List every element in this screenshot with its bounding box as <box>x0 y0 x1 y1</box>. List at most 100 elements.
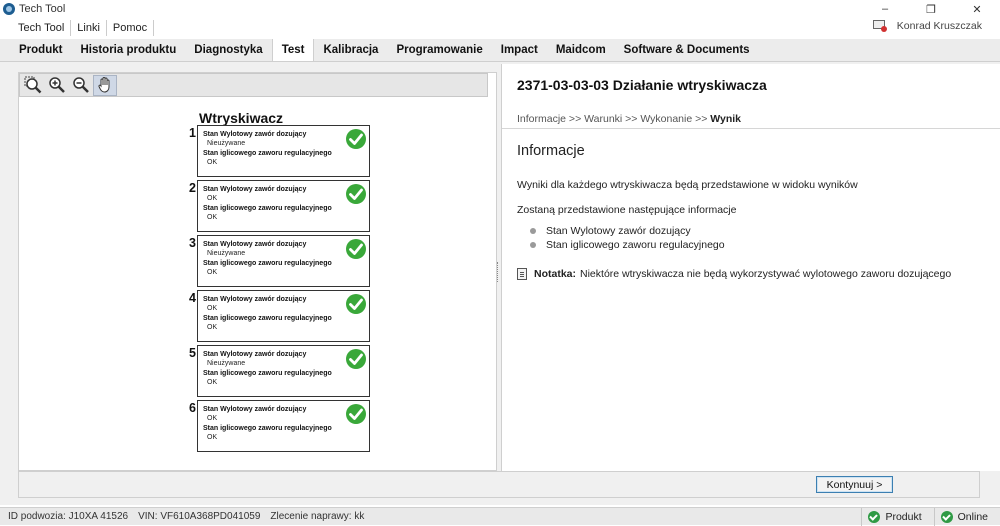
zoom-out-button[interactable] <box>69 75 93 96</box>
injector-number: 5 <box>189 346 196 360</box>
injector-card: Stan Wylotowy zawór dozujący OK Stan igl… <box>197 180 370 232</box>
note: Notatka: Niektóre wtryskiwacza nie będą … <box>517 268 951 280</box>
menu-bar: Tech Tool Linki Pomoc Konrad Kruszczak <box>0 18 1000 38</box>
needle-valve-label: Stan iglicowego zaworu regulacyjnego <box>203 425 332 432</box>
injector-row-2: 2 Stan Wylotowy zawór dozujący OK Stan i… <box>189 180 371 232</box>
zoom-in-icon <box>49 77 65 93</box>
note-label: Notatka: <box>534 268 577 280</box>
note-text: Niektóre wtryskiwacza nie będą wykorzyst… <box>580 268 952 280</box>
chassis-id: ID podwozia: J10XA 41526 <box>8 511 129 522</box>
bullet-dot <box>530 228 536 234</box>
injector-row-5: 5 Stan Wylotowy zawór dozujący Nieużywan… <box>189 345 371 397</box>
needle-valve-value: OK <box>207 324 218 331</box>
window-title: Tech Tool <box>19 3 66 15</box>
tab-test[interactable]: Test <box>271 39 315 61</box>
needle-valve-label: Stan iglicowego zaworu regulacyjnego <box>203 315 332 322</box>
bullet-dot <box>530 242 536 248</box>
needle-valve-label: Stan iglicowego zaworu regulacyjnego <box>203 370 332 377</box>
online-status-label: Online <box>957 511 988 523</box>
check-circle-icon <box>940 511 953 523</box>
metering-valve-value: OK <box>207 195 218 202</box>
online-status: Online <box>933 508 1000 526</box>
check-ok-icon <box>346 404 366 424</box>
metering-valve-label: Stan Wylotowy zawór dozujący <box>203 296 307 303</box>
test-title: 2371-03-03-03 Działanie wtryskiwacza <box>517 77 767 93</box>
injector-row-3: 3 Stan Wylotowy zawór dozujący Nieużywan… <box>189 235 371 287</box>
needle-valve-value: OK <box>207 214 218 221</box>
needle-valve-label: Stan iglicowego zaworu regulacyjnego <box>203 205 332 212</box>
title-bar: Tech Tool – ❐ ✕ <box>0 0 1000 18</box>
zoom-fit-button[interactable] <box>21 75 45 96</box>
injector-card: Stan Wylotowy zawór dozujący Nieużywane … <box>197 235 370 287</box>
needle-valve-value: OK <box>207 379 218 386</box>
breadcrumb-path: Informacje >> Warunki >> Wykonanie >> <box>517 113 711 125</box>
injector-row-6: 6 Stan Wylotowy zawór dozujący OK Stan i… <box>189 400 371 452</box>
injector-view-panel: Wtryskiwacz 1 Stan Wylotowy zawór dozują… <box>18 72 497 471</box>
metering-valve-label: Stan Wylotowy zawór dozujący <box>203 406 307 413</box>
injector-row-4: 4 Stan Wylotowy zawór dozujący OK Stan i… <box>189 290 371 342</box>
metering-valve-value: Nieużywane <box>207 360 246 367</box>
bullet-text: Stan Wylotowy zawór dozujący <box>546 225 691 237</box>
tab-maidcom[interactable]: Maidcom <box>547 39 615 61</box>
tab-produkt[interactable]: Produkt <box>10 39 71 61</box>
status-bar: ID podwozia: J10XA 41526 VIN: VF610A368P… <box>0 507 1000 526</box>
continue-button[interactable]: Kontynuuj > <box>816 476 893 493</box>
injector-number: 2 <box>189 181 196 195</box>
zoom-in-button[interactable] <box>45 75 69 96</box>
content-area: Wtryskiwacz 1 Stan Wylotowy zawór dozują… <box>0 62 1000 505</box>
bullet-text: Stan iglicowego zaworu regulacyjnego <box>546 239 725 251</box>
repair-order: Zlecenie naprawy: kk <box>270 511 365 522</box>
tab-impact[interactable]: Impact <box>492 39 547 61</box>
product-status-label: Produkt <box>885 511 922 523</box>
breadcrumb: Informacje >> Warunki >> Wykonanie >> Wy… <box>517 113 741 125</box>
check-ok-icon <box>346 129 366 149</box>
menu-tech-tool[interactable]: Tech Tool <box>0 20 72 36</box>
section-heading: Informacje <box>517 143 585 159</box>
injector-number: 4 <box>189 291 196 305</box>
metering-valve-value: Nieużywane <box>207 250 246 257</box>
info-paragraph-1: Wyniki dla każdego wtryskiwacza będą prz… <box>517 179 858 191</box>
tab-programowanie[interactable]: Programowanie <box>387 39 491 61</box>
close-button[interactable]: ✕ <box>954 0 1000 18</box>
injector-card: Stan Wylotowy zawór dozujący Nieużywane … <box>197 345 370 397</box>
metering-valve-value: Nieużywane <box>207 140 246 147</box>
check-ok-icon <box>346 184 366 204</box>
menu-pomoc[interactable]: Pomoc <box>107 20 155 36</box>
metering-valve-label: Stan Wylotowy zawór dozujący <box>203 351 307 358</box>
window-controls: – ❐ ✕ <box>862 0 1000 18</box>
pan-button[interactable] <box>93 74 117 96</box>
note-icon <box>517 268 527 280</box>
view-toolbar <box>19 73 488 97</box>
menu-linki[interactable]: Linki <box>71 20 107 36</box>
status-indicators: Produkt Online <box>861 508 1000 526</box>
tab-kalibracja[interactable]: Kalibracja <box>314 39 387 61</box>
zoom-out-icon <box>73 77 89 93</box>
check-ok-icon <box>346 239 366 259</box>
breadcrumb-current: Wynik <box>710 113 742 125</box>
metering-valve-label: Stan Wylotowy zawór dozujący <box>203 131 307 138</box>
test-info-panel: 2371-03-03-03 Działanie wtryskiwacza Inf… <box>501 64 1000 471</box>
maximize-button[interactable]: ❐ <box>908 0 954 18</box>
injector-card: Stan Wylotowy zawór dozujący OK Stan igl… <box>197 400 370 452</box>
injector-view-title: Wtryskiwacz <box>199 110 284 126</box>
vin: VIN: VF610A368PD041059 <box>138 511 261 522</box>
needle-valve-label: Stan iglicowego zaworu regulacyjnego <box>203 260 332 267</box>
user-name: Konrad Kruszczak <box>896 20 982 32</box>
tab-historia-produktu[interactable]: Historia produktu <box>71 39 185 61</box>
tab-software-documents[interactable]: Software & Documents <box>615 39 759 61</box>
check-circle-icon <box>868 511 881 523</box>
action-bar: Kontynuuj > <box>18 471 980 498</box>
zoom-fit-icon <box>24 76 42 94</box>
injector-number: 1 <box>189 126 196 140</box>
tab-diagnostyka[interactable]: Diagnostyka <box>185 39 271 61</box>
check-ok-icon <box>346 349 366 369</box>
needle-valve-label: Stan iglicowego zaworu regulacyjnego <box>203 150 332 157</box>
metering-valve-label: Stan Wylotowy zawór dozujący <box>203 241 307 248</box>
product-status: Produkt <box>861 508 933 526</box>
user-status-icon <box>872 20 887 32</box>
user-area[interactable]: Konrad Kruszczak <box>872 20 982 32</box>
main-tabs: Produkt Historia produktu Diagnostyka Te… <box>0 39 1000 62</box>
metering-valve-value: OK <box>207 415 218 422</box>
metering-valve-value: OK <box>207 305 218 312</box>
minimize-button[interactable]: – <box>862 0 908 18</box>
